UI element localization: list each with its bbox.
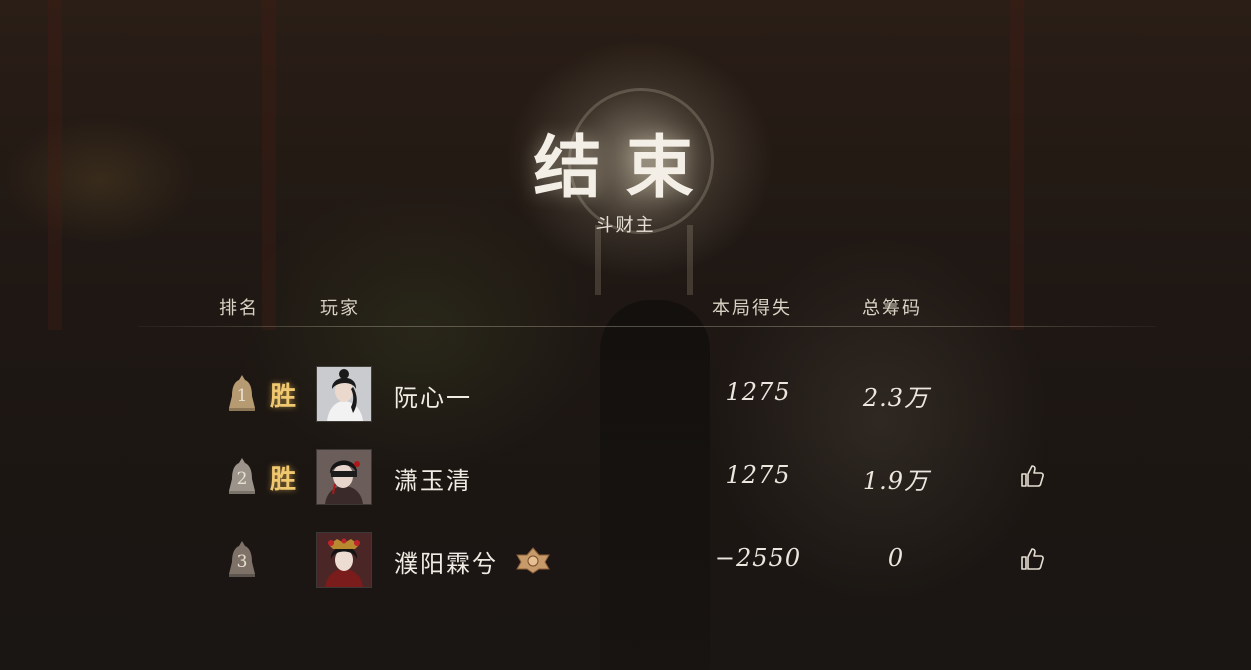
header-divider — [138, 326, 1156, 327]
avatar[interactable] — [316, 532, 372, 588]
table-row: 1 胜 阮心一 1275 2.3万 — [0, 366, 1251, 422]
column-header-round-gain: 本局得失 — [712, 298, 792, 319]
win-badge: 胜 — [270, 382, 297, 412]
thumbs-up-icon[interactable] — [1019, 546, 1045, 572]
ornate-crest-icon — [516, 547, 550, 574]
total-chips-value: 1.9万 — [862, 467, 930, 495]
player-name: 阮心一 — [394, 384, 472, 412]
avatar[interactable] — [316, 449, 372, 505]
round-gain-value: 1275 — [725, 378, 791, 406]
rank-number: 3 — [236, 552, 248, 572]
player-name: 潇玉清 — [394, 467, 472, 495]
thumbs-up-icon[interactable] — [1019, 463, 1045, 489]
win-badge: 胜 — [270, 465, 297, 495]
result-title: 结束 — [533, 128, 718, 208]
rank-number: 2 — [236, 469, 248, 489]
table-row: 3 濮阳霖兮 −2550 0 — [0, 532, 1251, 588]
rank-number: 1 — [236, 386, 248, 406]
avatar[interactable] — [316, 366, 372, 422]
column-header-total-chips: 总筹码 — [862, 298, 922, 319]
game-mode-label: 斗财主 — [595, 215, 656, 236]
column-header-player: 玩家 — [320, 298, 360, 319]
round-gain-value: 1275 — [725, 461, 791, 489]
column-header-rank: 排名 — [219, 298, 259, 319]
total-chips-value: 0 — [887, 544, 905, 572]
round-gain-value: −2550 — [714, 544, 802, 572]
total-chips-value: 2.3万 — [862, 384, 930, 412]
player-name: 濮阳霖兮 — [394, 550, 498, 578]
table-row: 2 胜 潇玉清 1275 1.9万 — [0, 449, 1251, 505]
